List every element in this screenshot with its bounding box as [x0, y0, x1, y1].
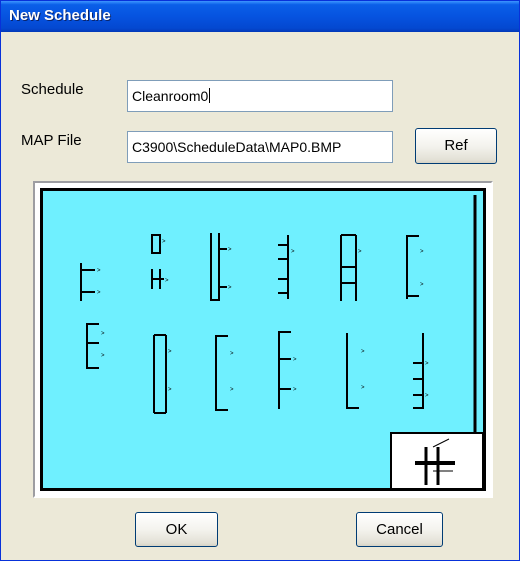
map-file-value: C3900\ScheduleData\MAP0.BMP: [132, 139, 342, 155]
dialog-window: New Schedule Schedule Cleanroom0 MAP Fil…: [0, 0, 520, 561]
marker-icon: >: [361, 349, 365, 355]
marker-icon: >: [293, 357, 297, 363]
marker-icon: >: [291, 249, 295, 255]
marker-icon: >: [230, 351, 234, 357]
map-preview: > > > > > > > > > > > > > > > > > > > >: [40, 188, 486, 491]
text-caret: [209, 88, 211, 103]
marker-icon: >: [97, 268, 101, 274]
marker-icon: >: [165, 278, 169, 284]
window-title: New Schedule: [9, 7, 111, 24]
marker-icon: >: [420, 249, 424, 255]
map-preview-frame: > > > > > > > > > > > > > > > > > > > >: [33, 181, 493, 498]
marker-icon: >: [420, 282, 424, 288]
title-bar[interactable]: New Schedule: [1, 1, 519, 32]
marker-icon: >: [101, 353, 105, 359]
minimap-icon: [390, 432, 484, 490]
marker-icon: >: [97, 290, 101, 296]
marker-icon: >: [101, 331, 105, 337]
marker-icon: >: [168, 349, 172, 355]
ref-button[interactable]: Ref: [415, 128, 497, 164]
marker-icon: >: [361, 385, 365, 391]
marker-icon: >: [228, 247, 232, 253]
marker-icon: >: [425, 361, 429, 367]
marker-icon: >: [293, 387, 297, 393]
marker-icon: >: [162, 239, 166, 245]
marker-icon: >: [358, 249, 362, 255]
schedule-label: Schedule: [21, 81, 84, 98]
marker-icon: >: [228, 285, 232, 291]
map-file-label: MAP File: [21, 132, 82, 149]
marker-icon: >: [230, 387, 234, 393]
ok-button[interactable]: OK: [135, 512, 218, 547]
schedule-value: Cleanroom0: [132, 88, 209, 104]
map-file-input[interactable]: C3900\ScheduleData\MAP0.BMP: [127, 131, 393, 163]
marker-icon: >: [425, 393, 429, 399]
marker-icon: >: [168, 387, 172, 393]
cancel-button[interactable]: Cancel: [356, 512, 443, 547]
schedule-input[interactable]: Cleanroom0: [127, 80, 393, 112]
